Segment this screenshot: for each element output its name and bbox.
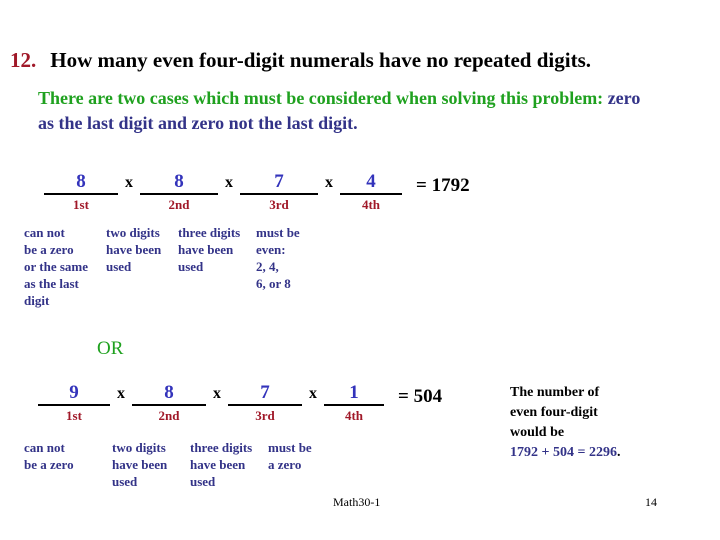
case1-operator-3: x xyxy=(325,174,333,191)
case2-digit-3: 7 xyxy=(260,382,270,403)
case2-operator-3: x xyxy=(309,385,317,402)
summary-line-3: would be xyxy=(510,425,565,440)
case2-equation-row: 9 1st x 8 2nd x 7 3rd x 1 4th = 504 xyxy=(38,383,442,424)
case2-slot-3: 7 3rd xyxy=(228,383,302,424)
case2-note-1: can not be a zero xyxy=(24,440,74,472)
case1-ordinal-3: 3rd xyxy=(269,197,289,212)
case1-operator-1: x xyxy=(125,174,133,191)
case2-note-4: must be a zero xyxy=(268,440,312,472)
summary-line-1: The number of xyxy=(510,385,600,400)
case2-digit-1: 9 xyxy=(69,382,79,403)
case1-ordinal-4: 4th xyxy=(361,197,381,212)
case2-ordinal-2: 2nd xyxy=(158,408,180,423)
case1-note-3: three digits have been used xyxy=(178,225,241,274)
case1-slot-1: 8 1st xyxy=(44,172,118,213)
case1-digit-4: 4 xyxy=(366,171,376,192)
summary-period: . xyxy=(616,445,621,460)
summary-block: The number of even four-digit would be 1… xyxy=(510,383,710,463)
intro-paragraph: There are two cases which must be consid… xyxy=(38,86,658,136)
case1-result: = 1792 xyxy=(416,175,470,196)
case2-ordinal-1: 1st xyxy=(66,408,82,423)
case2-note-2: two digits have been used xyxy=(112,440,168,489)
case1-equation-row: 8 1st x 8 2nd x 7 3rd x 4 4th = 1792 xyxy=(44,172,470,213)
case1-ordinal-1: 1st xyxy=(73,197,89,212)
summary-line-2: even four-digit xyxy=(510,405,598,420)
case1-operator-2: x xyxy=(225,174,233,191)
case2-operator-2: x xyxy=(213,385,221,402)
footer-page-number: 14 xyxy=(645,495,657,509)
summary-equation-line: 1792 + 504 = 2296. xyxy=(510,443,710,463)
case2-slot-2: 8 2nd xyxy=(132,383,206,424)
case2-slot-1: 9 1st xyxy=(38,383,110,424)
question-text: How many even four-digit numerals have n… xyxy=(50,48,591,72)
or-separator: OR xyxy=(97,338,124,359)
summary-equation: 1792 + 504 = 2296 xyxy=(510,445,617,460)
question-heading: 12. How many even four-digit numerals ha… xyxy=(10,48,591,73)
case2-note-3: three digits have been used xyxy=(190,440,253,489)
intro-green-text: There are two cases which must be consid… xyxy=(38,88,604,108)
case2-digit-4: 1 xyxy=(349,382,359,403)
case2-operator-1: x xyxy=(117,385,125,402)
case1-notes: can not be a zero or the same as the las… xyxy=(24,224,336,309)
case2-notes: can not be a zero two digits have been u… xyxy=(24,439,348,490)
case1-ordinal-2: 2nd xyxy=(168,197,190,212)
case1-slot-3: 7 3rd xyxy=(240,172,318,213)
case2-result: = 504 xyxy=(398,386,443,407)
case1-note-2: two digits have been used xyxy=(106,225,162,274)
case2-ordinal-4: 4th xyxy=(344,408,364,423)
case1-digit-1: 8 xyxy=(76,171,86,192)
case2-ordinal-3: 3rd xyxy=(255,408,275,423)
question-number: 12. xyxy=(10,48,37,72)
case1-slot-2: 8 2nd xyxy=(140,172,218,213)
case2-slot-4: 1 4th xyxy=(324,383,384,424)
case1-slot-4: 4 4th xyxy=(340,172,402,213)
case1-digit-2: 8 xyxy=(174,171,184,192)
footer-course-label: Math30-1 xyxy=(333,495,381,509)
case1-digit-3: 7 xyxy=(274,171,284,192)
case1-note-4: must be even: 2, 4, 6, or 8 xyxy=(256,225,300,291)
case2-digit-2: 8 xyxy=(164,382,174,403)
case1-note-1: can not be a zero or the same as the las… xyxy=(24,225,89,308)
